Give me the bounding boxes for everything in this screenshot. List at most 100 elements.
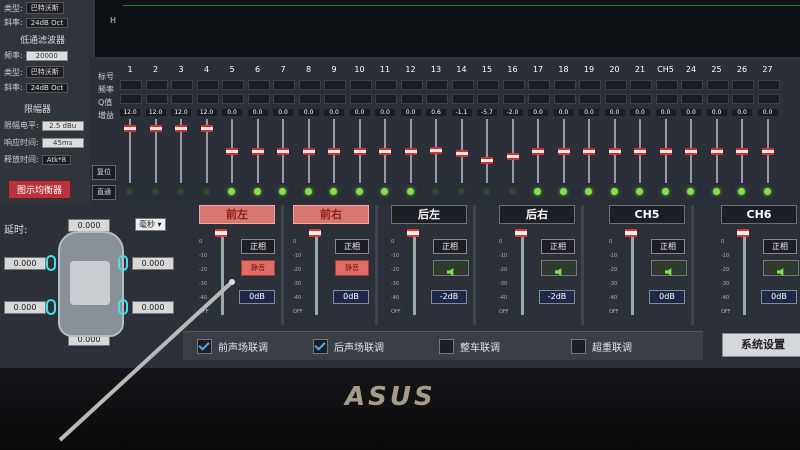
band-frequency-field[interactable]	[477, 80, 499, 90]
reset-button[interactable]: 复位	[92, 165, 116, 180]
volume-fader-knob[interactable]	[515, 229, 527, 237]
channel-title[interactable]: CH5	[609, 205, 685, 224]
band-q-field[interactable]	[604, 94, 627, 104]
band-gain-value[interactable]: 0.0	[375, 109, 395, 116]
lowpass-freq-input[interactable]: 20000	[25, 50, 68, 61]
band-q-field[interactable]	[706, 94, 729, 104]
band-slider-knob[interactable]	[124, 124, 136, 132]
band-q-field[interactable]	[553, 94, 576, 104]
band-q-field[interactable]	[757, 94, 780, 104]
link-subwoofer-checkbox[interactable]: 超重联调	[571, 339, 632, 354]
band-frequency-field[interactable]	[655, 80, 678, 90]
band-slider-knob[interactable]	[659, 148, 672, 155]
band-q-field[interactable]	[451, 94, 474, 104]
band-gain-value[interactable]: 12.0	[145, 109, 166, 116]
speaker-toggle-button[interactable]	[541, 260, 577, 276]
band-gain-value[interactable]: 0.0	[528, 109, 548, 116]
delay-front-left-input[interactable]: 0.000	[4, 257, 46, 270]
band-slider-knob[interactable]	[277, 148, 289, 155]
volume-fader-track[interactable]	[315, 231, 318, 315]
band-frequency-field[interactable]	[222, 80, 244, 90]
delay-rear-right-input[interactable]: 0.000	[132, 301, 174, 314]
band-q-field[interactable]	[502, 94, 525, 104]
speaker-toggle-button[interactable]	[433, 260, 469, 276]
phase-button[interactable]: 正相	[433, 239, 467, 254]
speaker-front-left-icon[interactable]	[46, 255, 56, 271]
volume-fader-track[interactable]	[221, 231, 224, 315]
band-slider-knob[interactable]	[506, 152, 519, 160]
link-vehicle-check[interactable]	[439, 339, 454, 354]
lowpass-slope-select[interactable]: 24dB Oct	[25, 82, 69, 93]
band-frequency-field[interactable]	[120, 80, 142, 90]
phase-button[interactable]: 正相	[763, 239, 797, 254]
band-frequency-field[interactable]	[757, 80, 780, 90]
band-slider-knob[interactable]	[761, 148, 774, 155]
band-slider-knob[interactable]	[583, 148, 595, 155]
band-frequency-field[interactable]	[400, 80, 423, 90]
band-q-field[interactable]	[579, 94, 601, 104]
band-q-field[interactable]	[426, 94, 448, 104]
band-slider-knob[interactable]	[302, 148, 315, 155]
band-gain-value[interactable]: 0.0	[349, 109, 370, 116]
band-slider-knob[interactable]	[532, 148, 544, 155]
volume-fader-track[interactable]	[521, 231, 524, 315]
band-q-field[interactable]	[655, 94, 678, 104]
link-rear-check[interactable]	[313, 339, 328, 354]
band-slider-knob[interactable]	[557, 148, 570, 155]
band-slider-track[interactable]	[486, 119, 488, 183]
delay-rear-left-input[interactable]: 0.000	[4, 301, 46, 314]
band-q-field[interactable]	[171, 94, 193, 104]
band-gain-value[interactable]: 0.0	[706, 109, 727, 116]
band-frequency-field[interactable]	[273, 80, 295, 90]
band-gain-value[interactable]: 0.0	[732, 109, 752, 116]
band-q-field[interactable]	[528, 94, 550, 104]
band-frequency-field[interactable]	[451, 80, 474, 90]
phase-button[interactable]: 正相	[335, 239, 369, 254]
band-gain-value[interactable]: 12.0	[120, 109, 140, 116]
band-gain-value[interactable]: -5.7	[477, 109, 497, 116]
band-frequency-field[interactable]	[298, 80, 321, 90]
band-slider-knob[interactable]	[200, 124, 213, 132]
band-gain-value[interactable]: -2.0	[502, 109, 523, 116]
band-slider-knob[interactable]	[430, 146, 442, 154]
band-q-field[interactable]	[681, 94, 703, 104]
band-slider-knob[interactable]	[328, 148, 340, 155]
band-gain-value[interactable]: 0.0	[604, 109, 625, 116]
channel-title[interactable]: 后左	[391, 205, 467, 224]
volume-fader-knob[interactable]	[309, 229, 321, 237]
band-slider-knob[interactable]	[226, 148, 238, 155]
channel-title[interactable]: 前右	[293, 205, 369, 224]
band-frequency-field[interactable]	[502, 80, 525, 90]
speaker-rear-right-icon[interactable]	[118, 299, 128, 315]
phase-button[interactable]: 正相	[651, 239, 685, 254]
band-gain-value[interactable]: 12.0	[196, 109, 217, 116]
band-gain-value[interactable]: 0.0	[579, 109, 599, 116]
band-q-field[interactable]	[324, 94, 346, 104]
speaker-toggle-button[interactable]	[651, 260, 687, 276]
lowpass-type-select[interactable]: 巴特沃斯	[25, 66, 64, 78]
filter-slope-select[interactable]: 24dB Oct	[25, 17, 69, 28]
phase-button[interactable]: 正相	[541, 239, 575, 254]
band-gain-value[interactable]: 0.0	[222, 109, 242, 116]
band-slider-knob[interactable]	[710, 148, 723, 155]
limiter-release-select[interactable]: Atk*8	[41, 154, 72, 165]
band-slider-knob[interactable]	[404, 148, 417, 155]
band-frequency-field[interactable]	[145, 80, 168, 90]
speaker-rear-left-icon[interactable]	[46, 299, 56, 315]
band-q-field[interactable]	[477, 94, 499, 104]
band-q-field[interactable]	[375, 94, 397, 104]
band-frequency-field[interactable]	[324, 80, 346, 90]
delay-unit-select[interactable]: 毫秒 ▾	[135, 218, 166, 231]
link-front-checkbox[interactable]: 前声场联调	[197, 339, 268, 354]
volume-fader-track[interactable]	[743, 231, 746, 315]
filter-type-select[interactable]: 巴特沃斯	[25, 2, 64, 14]
band-frequency-field[interactable]	[553, 80, 576, 90]
band-frequency-field[interactable]	[732, 80, 754, 90]
volume-fader-track[interactable]	[631, 231, 634, 315]
band-frequency-field[interactable]	[426, 80, 448, 90]
band-gain-value[interactable]: 12.0	[171, 109, 191, 116]
band-q-field[interactable]	[273, 94, 295, 104]
band-frequency-field[interactable]	[247, 80, 270, 90]
band-gain-value[interactable]: 0.0	[757, 109, 778, 116]
band-gain-value[interactable]: 0.0	[324, 109, 344, 116]
